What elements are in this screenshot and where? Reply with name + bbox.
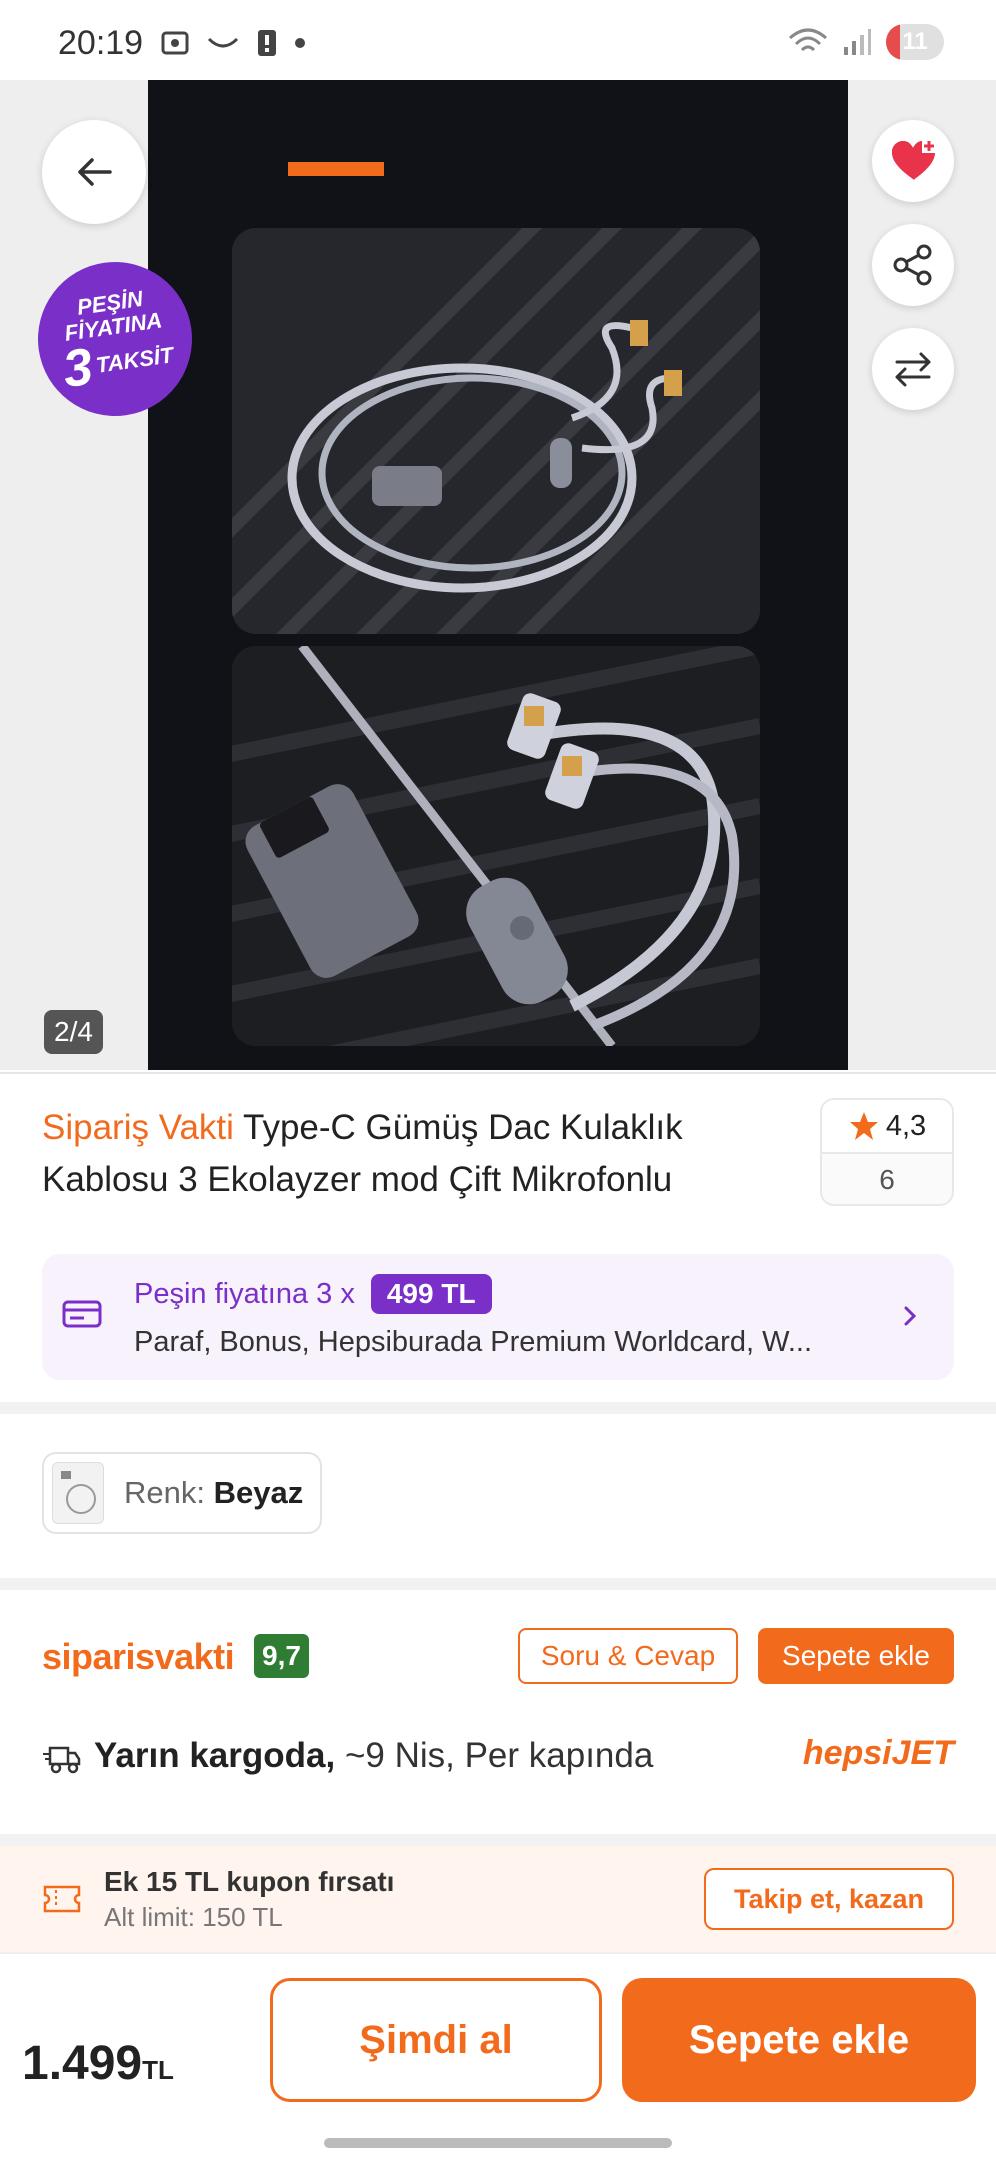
- seller-score-badge: 9,7: [254, 1634, 309, 1678]
- variant-value: Beyaz: [213, 1475, 304, 1510]
- price-currency: TL: [142, 2055, 174, 2085]
- product-gallery[interactable]: PEŞİN FİYATINA 3 TAKSİT 2/4: [0, 80, 996, 1070]
- card-icon: [62, 1300, 102, 1328]
- section-divider: [0, 1578, 996, 1590]
- coupon-icon: [43, 1885, 81, 1913]
- installment-label: Peşin fiyatına 3 x: [134, 1277, 355, 1310]
- installment-banner[interactable]: Peşin fiyatına 3 x 499 TL Paraf, Bonus, …: [42, 1254, 954, 1380]
- image-page-indicator: 2/4: [44, 1010, 103, 1054]
- product-title: Sipariş Vakti Type-C Gümüş Dac Kulaklık …: [42, 1102, 782, 1206]
- status-bar: 20:19 11: [0, 0, 996, 80]
- product-photo-cable-coiled: [232, 228, 760, 634]
- rating-box[interactable]: 4,3 6: [820, 1098, 954, 1206]
- wifi-icon: [789, 28, 827, 52]
- qa-button[interactable]: Soru & Cevap: [518, 1628, 738, 1684]
- coupon-title: Ek 15 TL kupon fırsatı: [104, 1866, 395, 1897]
- installment-cards: Paraf, Bonus, Hepsiburada Premium Worldc…: [134, 1326, 813, 1358]
- smile-icon: [207, 37, 239, 48]
- carrier-part-a: hepsi: [802, 1734, 892, 1772]
- alert-icon: [258, 30, 276, 56]
- share-button[interactable]: [872, 224, 954, 306]
- signal-icon: [844, 29, 871, 55]
- share-icon: [893, 244, 932, 286]
- variant-label: Renk:: [124, 1475, 205, 1510]
- installment-amount: 499 TL: [370, 1274, 492, 1314]
- section-divider: [0, 1402, 996, 1414]
- product-image[interactable]: [148, 80, 848, 1070]
- coupon-banner: Ek 15 TL kupon fırsatı Alt limit: 150 TL…: [0, 1846, 996, 1952]
- rating-score: 4,3: [885, 1109, 927, 1142]
- back-button[interactable]: [42, 120, 146, 224]
- variant-text: Renk: Beyaz: [124, 1475, 303, 1511]
- home-indicator[interactable]: [324, 2138, 672, 2148]
- battery-icon: 11: [886, 24, 944, 60]
- section-divider: [0, 1834, 996, 1846]
- compare-button[interactable]: [872, 328, 954, 410]
- promo-word: TAKSİT: [94, 342, 175, 378]
- star-icon: [849, 1112, 878, 1140]
- carrier-part-b: JET: [891, 1734, 954, 1772]
- delivery-bold: Yarın kargoda,: [94, 1736, 336, 1775]
- swap-arrows-icon: [895, 352, 931, 387]
- promo-line3: 3 TAKSİT: [59, 331, 176, 400]
- arrow-left-icon: [78, 158, 112, 186]
- brand-link[interactable]: Sipariş Vakti: [42, 1108, 234, 1147]
- variant-thumbnail: [52, 1462, 104, 1524]
- seller-name[interactable]: siparisvakti: [42, 1636, 235, 1678]
- status-icons-right: 11: [788, 24, 944, 60]
- price-value: 1.499: [22, 2037, 143, 2090]
- coupon-limit: Alt limit: 150 TL: [104, 1902, 283, 1932]
- dot-icon: [295, 38, 305, 48]
- rating-count: 6: [879, 1164, 895, 1195]
- screenshot-icon: [161, 31, 189, 55]
- installment-line: Peşin fiyatına 3 x 499 TL: [134, 1274, 492, 1314]
- follow-earn-button[interactable]: Takip et, kazan: [704, 1868, 954, 1930]
- chevron-right-icon: [904, 1306, 917, 1326]
- promo-number: 3: [59, 337, 97, 400]
- product-photo-dac-closeup: [232, 646, 760, 1046]
- delivery-truck-icon: [43, 1746, 81, 1774]
- seller-add-to-cart-button[interactable]: Sepete ekle: [758, 1628, 954, 1684]
- status-time: 20:19: [58, 24, 144, 62]
- delivery-text: Yarın kargoda, ~9 Nis, Per kapında: [94, 1736, 653, 1776]
- buy-now-button[interactable]: Şimdi al: [270, 1978, 602, 2102]
- seller-row: siparisvakti 9,7 Soru & Cevap Sepete ekl…: [42, 1628, 954, 1688]
- rating-score-row: 4,3: [822, 1100, 952, 1154]
- color-variant-chip[interactable]: Renk: Beyaz: [42, 1452, 322, 1534]
- battery-level: 11: [902, 28, 928, 55]
- image-accent-bar: [288, 162, 384, 176]
- price: 1.499TL: [22, 2036, 174, 2091]
- hepsijet-logo: hepsiJET: [803, 1734, 954, 1773]
- add-to-cart-button[interactable]: Sepete ekle: [622, 1978, 976, 2102]
- bottom-action-bar: 1.499TL Şimdi al Sepete ekle: [0, 1952, 996, 2160]
- product-info: Sipariş Vakti Type-C Gümüş Dac Kulaklık …: [0, 1072, 996, 1402]
- heart-plus-icon: [892, 139, 936, 180]
- status-icons-left: [160, 28, 306, 58]
- delivery-rest: ~9 Nis, Per kapında: [335, 1736, 654, 1775]
- delivery-row: Yarın kargoda, ~9 Nis, Per kapında hepsi…: [42, 1730, 954, 1786]
- favorite-button[interactable]: [872, 120, 954, 202]
